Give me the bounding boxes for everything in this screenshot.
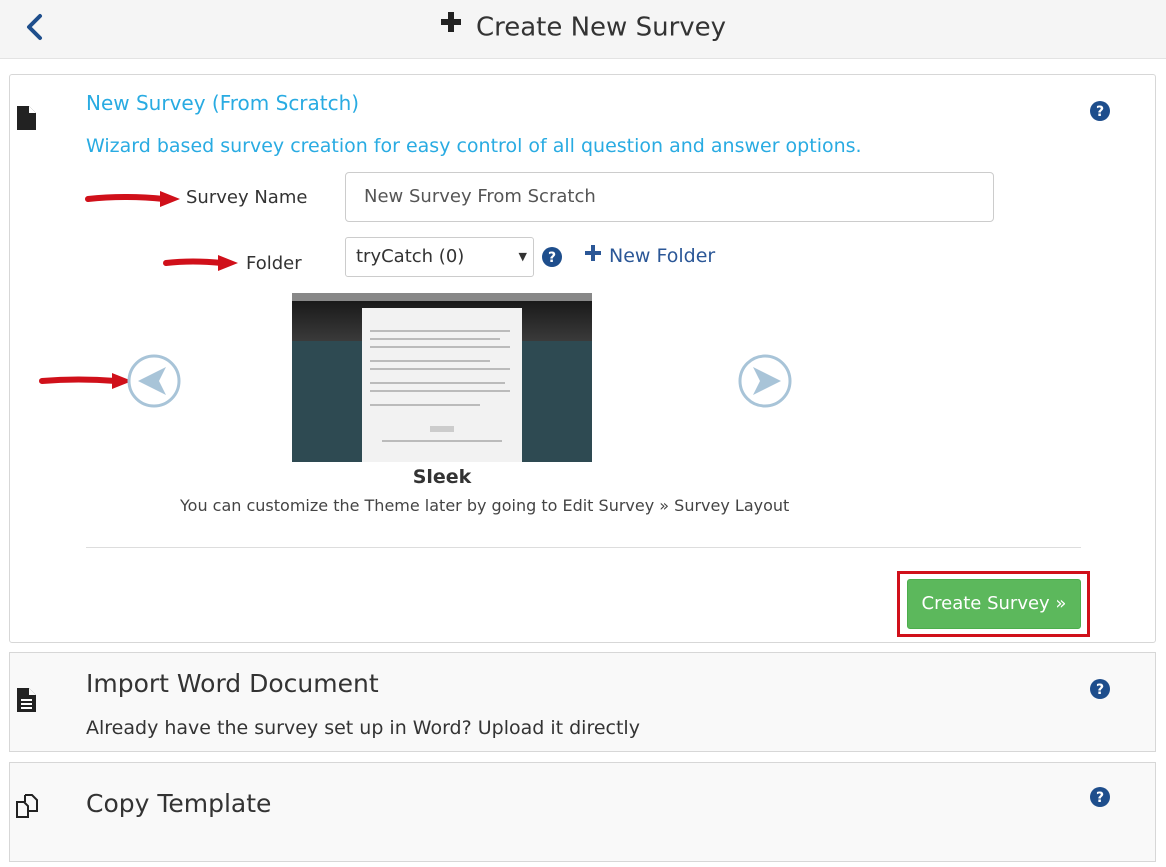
caret-down-icon: ▼ [518,250,527,263]
preview-text-line [370,346,510,348]
top-bar: Create New Survey [0,0,1166,59]
svg-text:?: ? [1096,682,1104,698]
folder-select-value: tryCatch (0) [356,246,465,267]
theme-next-arrow-icon[interactable] [737,353,793,409]
help-icon[interactable]: ? [1090,679,1110,699]
annotation-arrow-icon [85,191,180,207]
import-word-description: Already have the survey set up in Word? … [86,717,640,739]
preview-text-line [370,404,480,406]
survey-name-input[interactable]: New Survey From Scratch [345,172,994,222]
preview-button [430,426,454,432]
help-icon[interactable]: ? [1090,787,1110,807]
import-word-title[interactable]: Import Word Document [86,669,379,698]
preview-text-line [382,440,502,442]
annotation-arrow-icon [39,373,132,389]
preview-text-line [370,338,500,340]
highlight-box: Create Survey » [897,571,1090,637]
preview-text-line [370,390,510,392]
preview-text-line [370,382,505,384]
import-word-panel[interactable]: Import Word Document Already have the su… [9,652,1156,752]
create-survey-button[interactable]: Create Survey » [907,579,1081,629]
file-icon [15,105,39,131]
page-title: Create New Survey [0,10,1166,43]
preview-titlebar [292,293,592,301]
page-title-text: Create New Survey [475,12,727,43]
theme-prev-arrow-icon[interactable] [126,353,182,409]
help-icon[interactable]: ? [1090,101,1110,121]
plus-icon [585,244,601,266]
theme-name: Sleek [412,466,472,488]
theme-preview-image[interactable] [292,293,592,462]
theme-hint: You can customize the Theme later by goi… [180,496,790,515]
preview-text-line [370,360,490,362]
svg-text:?: ? [1096,104,1104,120]
preview-text-line [370,330,510,332]
svg-text:?: ? [1096,790,1104,806]
new-survey-scratch-panel: New Survey (From Scratch) ? Wizard based… [9,74,1156,643]
new-folder-button[interactable]: New Folder [585,244,716,267]
copy-icon [15,793,39,819]
copy-template-title[interactable]: Copy Template [86,789,271,818]
preview-text-line [370,368,510,370]
preview-page [362,308,522,462]
copy-template-panel[interactable]: Copy Template ? [9,762,1156,862]
divider [86,547,1081,548]
folder-help-icon[interactable]: ? [542,247,562,267]
survey-name-label: Survey Name [186,187,308,208]
new-folder-label: New Folder [609,245,716,267]
plus-icon [440,10,462,40]
folder-label: Folder [246,253,302,274]
new-survey-description: Wizard based survey creation for easy co… [86,135,862,157]
svg-text:?: ? [548,250,556,266]
annotation-arrow-icon [163,255,238,271]
new-survey-heading[interactable]: New Survey (From Scratch) [86,91,359,115]
document-icon [15,687,39,713]
folder-select[interactable]: tryCatch (0) ▼ [345,237,534,277]
